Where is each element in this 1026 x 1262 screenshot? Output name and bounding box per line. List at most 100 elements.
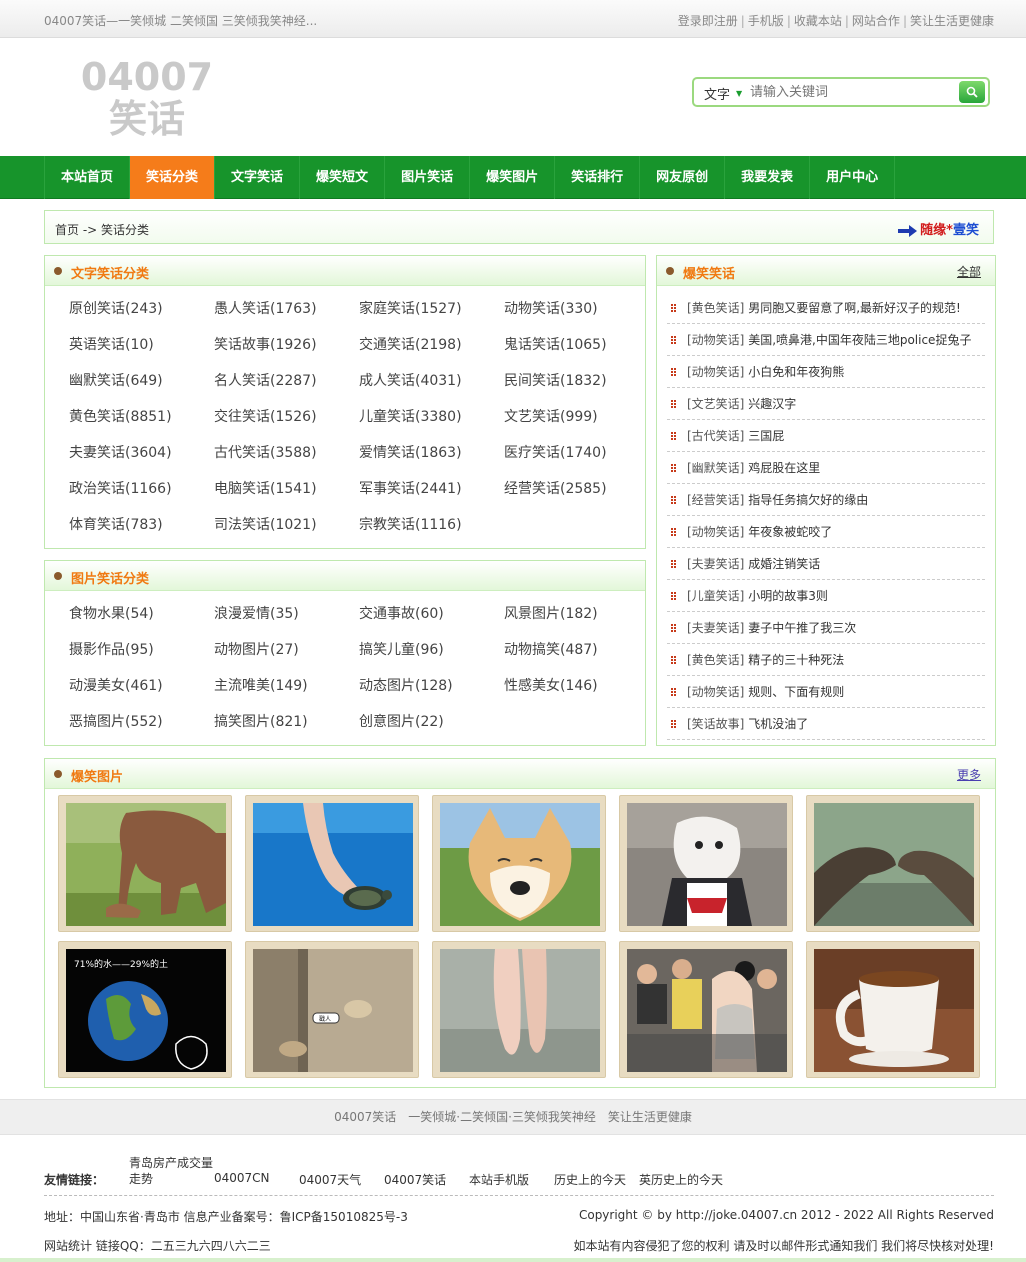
joke-title[interactable]: 成婚注销笑话 [748, 557, 820, 571]
category-link[interactable]: 经营笑话(2585) [504, 478, 649, 498]
random-joke-link[interactable]: 随缘*壹笑 [898, 219, 979, 238]
category-link[interactable]: 恶搞图片(552) [69, 711, 214, 731]
joke-tag[interactable]: [夫妻笑话] [687, 621, 744, 635]
category-link[interactable]: 原创笑话(243) [69, 298, 214, 318]
photo-dog-cat[interactable]: 戳人 [245, 941, 419, 1078]
joke-tag[interactable]: [儿童笑话] [687, 589, 744, 603]
list-item[interactable]: [动物笑话] 规则、下面有规则 [667, 676, 985, 708]
joke-tag[interactable]: [动物笑话] [687, 333, 744, 347]
joke-tag[interactable]: [经营笑话] [687, 493, 744, 507]
list-item[interactable]: [笑话故事] 飞机没油了 [667, 708, 985, 740]
footer-site-name[interactable]: 04007笑话 [334, 1110, 396, 1124]
joke-title[interactable]: 兴趣汉字 [748, 397, 796, 411]
category-link[interactable]: 动态图片(128) [359, 675, 504, 695]
joke-tag[interactable]: [黄色笑话] [687, 653, 744, 667]
category-link[interactable]: 交通笑话(2198) [359, 334, 504, 354]
category-link[interactable]: 愚人笑话(1763) [214, 298, 359, 318]
category-link[interactable]: 名人笑话(2287) [214, 370, 359, 390]
list-item[interactable]: [古代笑话] 三国屁 [667, 420, 985, 452]
friend-link[interactable]: 04007天气 [299, 1171, 361, 1188]
photo-cosplay[interactable] [619, 795, 793, 932]
friend-link[interactable]: 04007CN [214, 1171, 270, 1185]
joke-tag[interactable]: [笑话故事] [687, 717, 744, 731]
photo-coffee[interactable] [806, 941, 980, 1078]
list-item[interactable]: [文艺笑话] 兴趣汉字 [667, 388, 985, 420]
slogan-link[interactable]: 笑让生活更健康 [910, 14, 994, 28]
nav-item[interactable]: 网友原创 [640, 156, 726, 199]
category-link[interactable]: 主流唯美(149) [214, 675, 359, 695]
category-link[interactable]: 风景图片(182) [504, 603, 649, 623]
list-item[interactable]: [动物笑话] 年夜象被蛇咬了 [667, 516, 985, 548]
category-link[interactable]: 爱情笑话(1863) [359, 442, 504, 462]
category-link[interactable]: 儿童笑话(3380) [359, 406, 504, 426]
category-link[interactable]: 交通事故(60) [359, 603, 504, 623]
joke-title[interactable]: 男同胞又要留意了啊,最新好汉子的规范! [748, 301, 961, 315]
all-link[interactable]: 全部 [957, 263, 981, 280]
joke-tag[interactable]: [黄色笑话] [687, 301, 744, 315]
category-link[interactable]: 动物图片(27) [214, 639, 359, 659]
photo-legs[interactable] [432, 941, 606, 1078]
list-item[interactable]: [幽默笑话] 鸡屁股在这里 [667, 452, 985, 484]
category-link[interactable]: 动漫美女(461) [69, 675, 214, 695]
joke-title[interactable]: 妻子中午推了我三次 [748, 621, 856, 635]
joke-tag[interactable]: [动物笑话] [687, 365, 744, 379]
friend-link[interactable]: 本站手机版 [469, 1171, 529, 1188]
list-item[interactable]: [动物笑话] 美国,喷鼻港,中国年夜陆三地police捉兔子 [667, 324, 985, 356]
more-link[interactable]: 更多 [957, 766, 981, 783]
category-link[interactable]: 性感美女(146) [504, 675, 649, 695]
joke-tag[interactable]: [动物笑话] [687, 685, 744, 699]
list-item[interactable]: [黄色笑话] 精子的三十种死法 [667, 644, 985, 676]
category-link[interactable]: 司法笑话(1021) [214, 514, 359, 534]
category-link[interactable]: 军事笑话(2441) [359, 478, 504, 498]
mobile-link[interactable]: 手机版 [748, 14, 784, 28]
joke-tag[interactable]: [动物笑话] [687, 525, 744, 539]
photo-sealions[interactable] [806, 795, 980, 932]
nav-item[interactable]: 图片笑话 [385, 156, 471, 199]
list-item[interactable]: [夫妻笑话] 成婚注销笑话 [667, 548, 985, 580]
joke-title[interactable]: 飞机没油了 [748, 717, 808, 731]
bookmark-link[interactable]: 收藏本站 [794, 14, 842, 28]
category-link[interactable]: 摄影作品(95) [69, 639, 214, 659]
category-link[interactable]: 浪漫爱情(35) [214, 603, 359, 623]
category-link[interactable]: 文艺笑话(999) [504, 406, 649, 426]
photo-elephant[interactable] [58, 795, 232, 932]
category-link[interactable]: 搞笑图片(821) [214, 711, 359, 731]
category-link[interactable]: 医疗笑话(1740) [504, 442, 649, 462]
list-item[interactable]: [夫妻笑话] 妻子中午推了我三次 [667, 612, 985, 644]
photo-turtle[interactable] [245, 795, 419, 932]
nav-item[interactable]: 文字笑话 [215, 156, 301, 199]
friend-link[interactable]: 04007笑话 [384, 1171, 446, 1188]
search-type-select[interactable]: 文字 ▼ [704, 84, 742, 103]
category-link[interactable]: 家庭笑话(1527) [359, 298, 504, 318]
category-link[interactable]: 民间笑话(1832) [504, 370, 649, 390]
nav-item[interactable]: 用户中心 [810, 156, 896, 199]
category-link[interactable]: 搞笑儿童(96) [359, 639, 504, 659]
nav-item[interactable]: 爆笑短文 [300, 156, 386, 199]
nav-item[interactable]: 笑话排行 [555, 156, 641, 199]
category-link[interactable]: 笑话故事(1926) [214, 334, 359, 354]
list-item[interactable]: [儿童笑话] 小明的故事3则 [667, 580, 985, 612]
nav-item[interactable]: 我要发表 [725, 156, 811, 199]
category-link[interactable]: 动物搞笑(487) [504, 639, 649, 659]
joke-tag[interactable]: [幽默笑话] [687, 461, 744, 475]
category-link[interactable]: 创意图片(22) [359, 711, 504, 731]
friend-link[interactable]: 历史上的今天 [554, 1171, 626, 1188]
photo-shiba[interactable] [432, 795, 606, 932]
category-link[interactable]: 体育笑话(783) [69, 514, 214, 534]
joke-tag[interactable]: [古代笑话] [687, 429, 744, 443]
login-link[interactable]: 登录即注册 [678, 14, 738, 28]
site-logo[interactable]: 04007笑话 [62, 56, 232, 140]
list-item[interactable]: [动物笑话] 小白免和年夜狗熊 [667, 356, 985, 388]
friend-link[interactable]: 青岛房产成交量走势 [129, 1155, 219, 1187]
category-link[interactable]: 动物笑话(330) [504, 298, 649, 318]
category-link[interactable]: 幽默笑话(649) [69, 370, 214, 390]
category-link[interactable]: 政治笑话(1166) [69, 478, 214, 498]
search-input[interactable] [750, 82, 950, 102]
list-item[interactable]: [黄色笑话] 男同胞又要留意了啊,最新好汉子的规范! [667, 292, 985, 324]
nav-item[interactable]: 爆笑图片 [470, 156, 556, 199]
search-button[interactable] [959, 81, 985, 103]
joke-title[interactable]: 规则、下面有规则 [748, 685, 844, 699]
joke-title[interactable]: 小明的故事3则 [748, 589, 828, 603]
category-link[interactable]: 古代笑话(3588) [214, 442, 359, 462]
category-link[interactable]: 夫妻笑话(3604) [69, 442, 214, 462]
